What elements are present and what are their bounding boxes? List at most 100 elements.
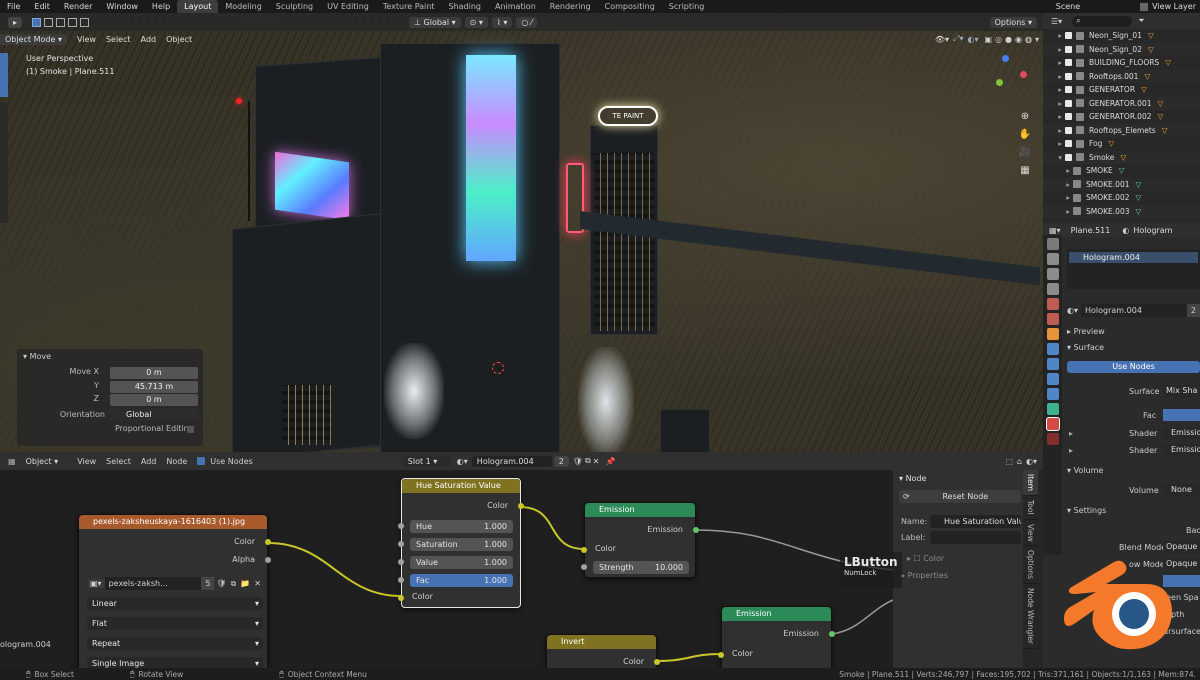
material-users-count-2[interactable]: 2 (1186, 304, 1200, 317)
outliner-item[interactable]: ▸ SMOKE.003 ▽ (1043, 204, 1200, 218)
emission-2-in-color-socket[interactable] (718, 652, 724, 658)
node-properties-toggle[interactable]: ▸ Properties (901, 571, 948, 580)
select-mode-invert-icon[interactable] (68, 17, 78, 27)
select-mode-intersect-icon[interactable] (80, 17, 90, 27)
image-texture-node-title[interactable]: pexels-zaksheuskaya-1616403 (1).jpg (79, 515, 267, 529)
shading-options-icon[interactable]: ▾ (1035, 35, 1039, 44)
gizmo-y-axis-icon[interactable] (996, 79, 1003, 86)
render-tab-icon[interactable] (1046, 253, 1059, 265)
move-x-field[interactable]: 0 m (110, 367, 198, 379)
move-y-field[interactable]: 45.713 m (110, 381, 198, 393)
snap-icon[interactable]: ⌇ ▾ (491, 16, 513, 28)
hsv-hue-field[interactable]: Hue 1.000 (410, 520, 513, 533)
snap-node-icon[interactable]: ⌂ (1017, 457, 1022, 466)
view-layer-selector[interactable]: View Layer (1152, 2, 1200, 11)
image-users-count[interactable]: 5 (201, 577, 215, 590)
texture-tab-icon[interactable] (1046, 433, 1059, 445)
mode-dropdown[interactable]: Object Mode ▾ (0, 33, 67, 45)
navigation-gizmo[interactable] (990, 53, 1034, 97)
menu-render[interactable]: Render (57, 2, 99, 11)
hsv-value-socket[interactable] (398, 559, 404, 565)
backdrop-icon[interactable]: ⬚ (1005, 457, 1013, 466)
editor-type-icon[interactable]: ▦ (8, 457, 16, 466)
workspace-tab-animation[interactable]: Animation (488, 0, 543, 13)
transform-orientation-dropdown[interactable]: ⊥ Global ▾ (409, 16, 461, 28)
proportional-editing-checkbox[interactable] (187, 426, 194, 433)
emission-node[interactable]: Emission Emission Color Strength 10.000 (581, 502, 699, 578)
toolbar-active-tool[interactable] (0, 53, 8, 97)
material-browse-icon[interactable]: ◐▾ (457, 457, 468, 466)
emission-node-2[interactable]: Emission Emission Color (718, 606, 835, 668)
material-name-field[interactable]: Hologram.004 (471, 455, 552, 467)
emission-out-socket[interactable] (693, 527, 699, 533)
3d-cursor-icon[interactable] (492, 362, 504, 374)
toolbar-strip[interactable] (0, 103, 8, 223)
sidebar-tab-options[interactable]: Options (1023, 546, 1038, 585)
outliner-expand-icon[interactable]: ▸ (1043, 58, 1065, 67)
outliner-expand-icon[interactable]: ▸ (1043, 180, 1073, 189)
image-duplicate-icon[interactable]: ⧉ (229, 579, 239, 589)
hsv-value-field[interactable]: Value 1.000 (410, 556, 513, 569)
gizmo-x-axis-icon[interactable] (1020, 71, 1027, 78)
workspace-tab-shading[interactable]: Shading (441, 0, 488, 13)
modifier-tab-icon[interactable] (1046, 343, 1059, 355)
outliner-checkbox[interactable] (1065, 86, 1072, 94)
node-menu-node[interactable]: Node (166, 457, 187, 466)
camera-view-icon[interactable]: 🎥 (1018, 144, 1032, 162)
image-texture-node[interactable]: pexels-zaksheuskaya-1616403 (1).jpg Colo… (78, 514, 271, 668)
options-dropdown[interactable]: Options ▾ (989, 16, 1037, 28)
view-layer-tab-icon[interactable] (1046, 283, 1059, 295)
image-fake-user-icon[interactable]: 🛡 (214, 579, 228, 588)
outliner-expand-icon[interactable]: ▸ (1043, 85, 1065, 94)
xray-icon[interactable]: ▣ (984, 35, 992, 44)
outliner-item[interactable]: ▸ BUILDING_FLOORS ▽ (1043, 56, 1200, 70)
material-browse-icon-2[interactable]: ◐▾ (1067, 306, 1078, 315)
node-panel-section[interactable]: ▾ Node (893, 470, 1023, 487)
move-z-field[interactable]: 0 m (110, 394, 198, 406)
node-menu-view[interactable]: View (77, 457, 96, 466)
hsv-in-color-socket[interactable] (398, 595, 404, 601)
outliner-checkbox[interactable] (1065, 45, 1072, 53)
hsv-saturation-socket[interactable] (398, 541, 404, 547)
volume-panel[interactable]: ▾ Volume (1067, 466, 1103, 475)
outliner-item[interactable]: ▸ Rooftops_Elemets ▽ (1043, 123, 1200, 137)
viewport-menu-select[interactable]: Select (106, 35, 131, 44)
invert-node[interactable]: Invert Color (546, 634, 660, 668)
scene-tab-icon[interactable] (1046, 298, 1059, 310)
outliner-expand-icon[interactable]: ▾ (1043, 153, 1065, 162)
projection-dropdown[interactable]: Flat ▾ (87, 617, 263, 630)
physics-tab-icon[interactable] (1046, 373, 1059, 385)
object-tab-icon[interactable] (1046, 328, 1059, 340)
outliner-expand-icon[interactable]: ▸ (1043, 166, 1073, 175)
outliner-checkbox[interactable] (1065, 113, 1072, 121)
orientation-dropdown[interactable]: Global (110, 409, 198, 421)
image-open-icon[interactable]: 📁 (238, 579, 252, 588)
outliner-item[interactable]: ▾ Smoke ▽ (1043, 150, 1200, 164)
gizmo-icon[interactable]: ⤢▾ (953, 34, 963, 44)
shading-solid-icon[interactable]: ● (1005, 35, 1012, 44)
3d-viewport[interactable]: ▸ ⊥ Global ▾ ⊙ ▾ ⌇ ▾ ○ ⁄ Options ▾ Objec… (0, 13, 1043, 452)
surface-panel[interactable]: ▾ Surface (1067, 343, 1104, 352)
material-name-input[interactable]: Hologram.004 (1081, 304, 1187, 317)
sidebar-tab-item[interactable]: Item (1023, 470, 1038, 497)
pan-hand-icon[interactable]: ✋ (1018, 126, 1032, 144)
hsv-fac-socket[interactable] (398, 577, 404, 583)
outliner-expand-icon[interactable]: ▸ (1043, 31, 1065, 40)
outliner-checkbox[interactable] (1065, 72, 1072, 80)
outliner-expand-icon[interactable]: ▸ (1043, 99, 1065, 108)
emission-strength-field[interactable]: Strength 10.000 (593, 561, 689, 574)
scene-selector[interactable]: Scene (1056, 2, 1080, 11)
world-tab-icon[interactable] (1046, 313, 1059, 325)
outliner-expand-icon[interactable]: ▸ (1043, 126, 1065, 135)
outliner-checkbox[interactable] (1065, 140, 1072, 148)
sidebar-tab-node-wrangler[interactable]: Node Wrangler (1023, 584, 1038, 650)
workspace-tab-modeling[interactable]: Modeling (218, 0, 268, 13)
unlink-material-icon[interactable]: ✕ (593, 457, 600, 466)
interpolation-dropdown[interactable]: Linear ▾ (87, 597, 263, 610)
outliner-checkbox[interactable] (1065, 59, 1072, 67)
material-slot-item[interactable]: Hologram.004 (1069, 252, 1198, 263)
move-panel-title[interactable]: ▾ Move (17, 349, 203, 364)
emission-node-title[interactable]: Emission (585, 503, 695, 517)
menu-window[interactable]: Window (99, 2, 145, 11)
image-out-alpha-socket[interactable] (265, 557, 271, 563)
